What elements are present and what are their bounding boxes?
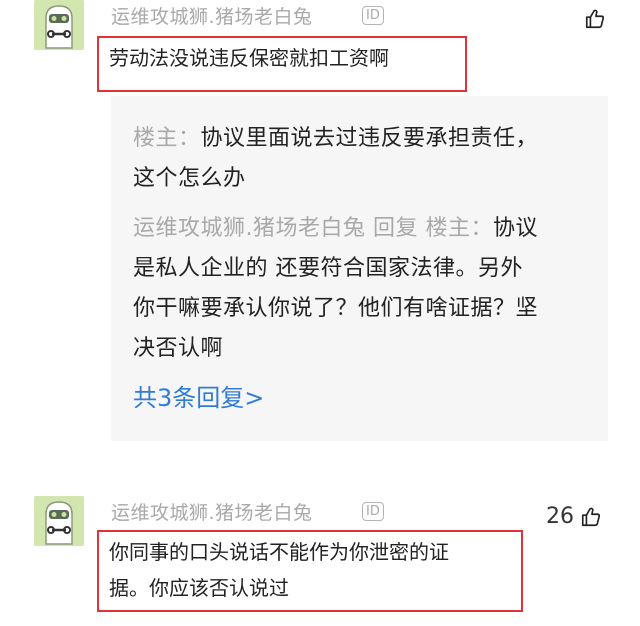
comment-username[interactable]: 运维攻城狮.猪场老白兔 (111, 2, 313, 29)
reply-item[interactable]: 运维攻城狮.猪场老白兔 回复 楼主：协议 是私人企业的 还要符合国家法律。另外 … (133, 209, 593, 369)
reply-text: 协议 (492, 216, 538, 241)
reply-text: 决否认啊 (133, 336, 224, 361)
like-button[interactable] (584, 8, 606, 30)
reply-item[interactable]: 楼主：协议里面说去过违反要承担责任， 这个怎么办 (133, 119, 593, 199)
id-badge: ID (362, 6, 384, 25)
comment-text-line: 你同事的口头说话不能作为你泄密的证 (109, 540, 449, 564)
comment-text: 劳动法没说违反保密就扣工资啊 (97, 36, 467, 92)
more-replies-link[interactable]: 共3条回复> (133, 378, 264, 413)
reply-author[interactable]: 运维攻城狮.猪场老白兔 回复 楼主： (133, 216, 493, 241)
comment-text-line: 据。你应该否认说过 (109, 576, 289, 600)
avatar-robot-icon (34, 0, 84, 50)
comment-username[interactable]: 运维攻城狮.猪场老白兔 (111, 498, 313, 525)
comment-text-line: 劳动法没说违反保密就扣工资啊 (109, 46, 389, 70)
id-badge: ID (362, 502, 384, 521)
reply-text: 你干嘛要承认你说了？他们有啥证据？坚 (133, 296, 539, 321)
avatar[interactable] (34, 0, 84, 50)
avatar-robot-icon (34, 496, 84, 546)
reply-text: 协议里面说去过违反要承担责任， (200, 126, 539, 151)
reply-text: 这个怎么办 (133, 166, 246, 191)
comment-text: 你同事的口头说话不能作为你泄密的证 据。你应该否认说过 (97, 530, 523, 612)
reply-text: 是私人企业的 还要符合国家法律。另外 (133, 256, 523, 281)
reply-author[interactable]: 楼主： (133, 126, 201, 151)
thumbs-up-icon (581, 507, 601, 526)
thumbs-up-icon (585, 9, 605, 29)
avatar[interactable] (34, 496, 84, 546)
like-button[interactable]: 26 (546, 504, 602, 529)
like-count: 26 (546, 504, 574, 529)
